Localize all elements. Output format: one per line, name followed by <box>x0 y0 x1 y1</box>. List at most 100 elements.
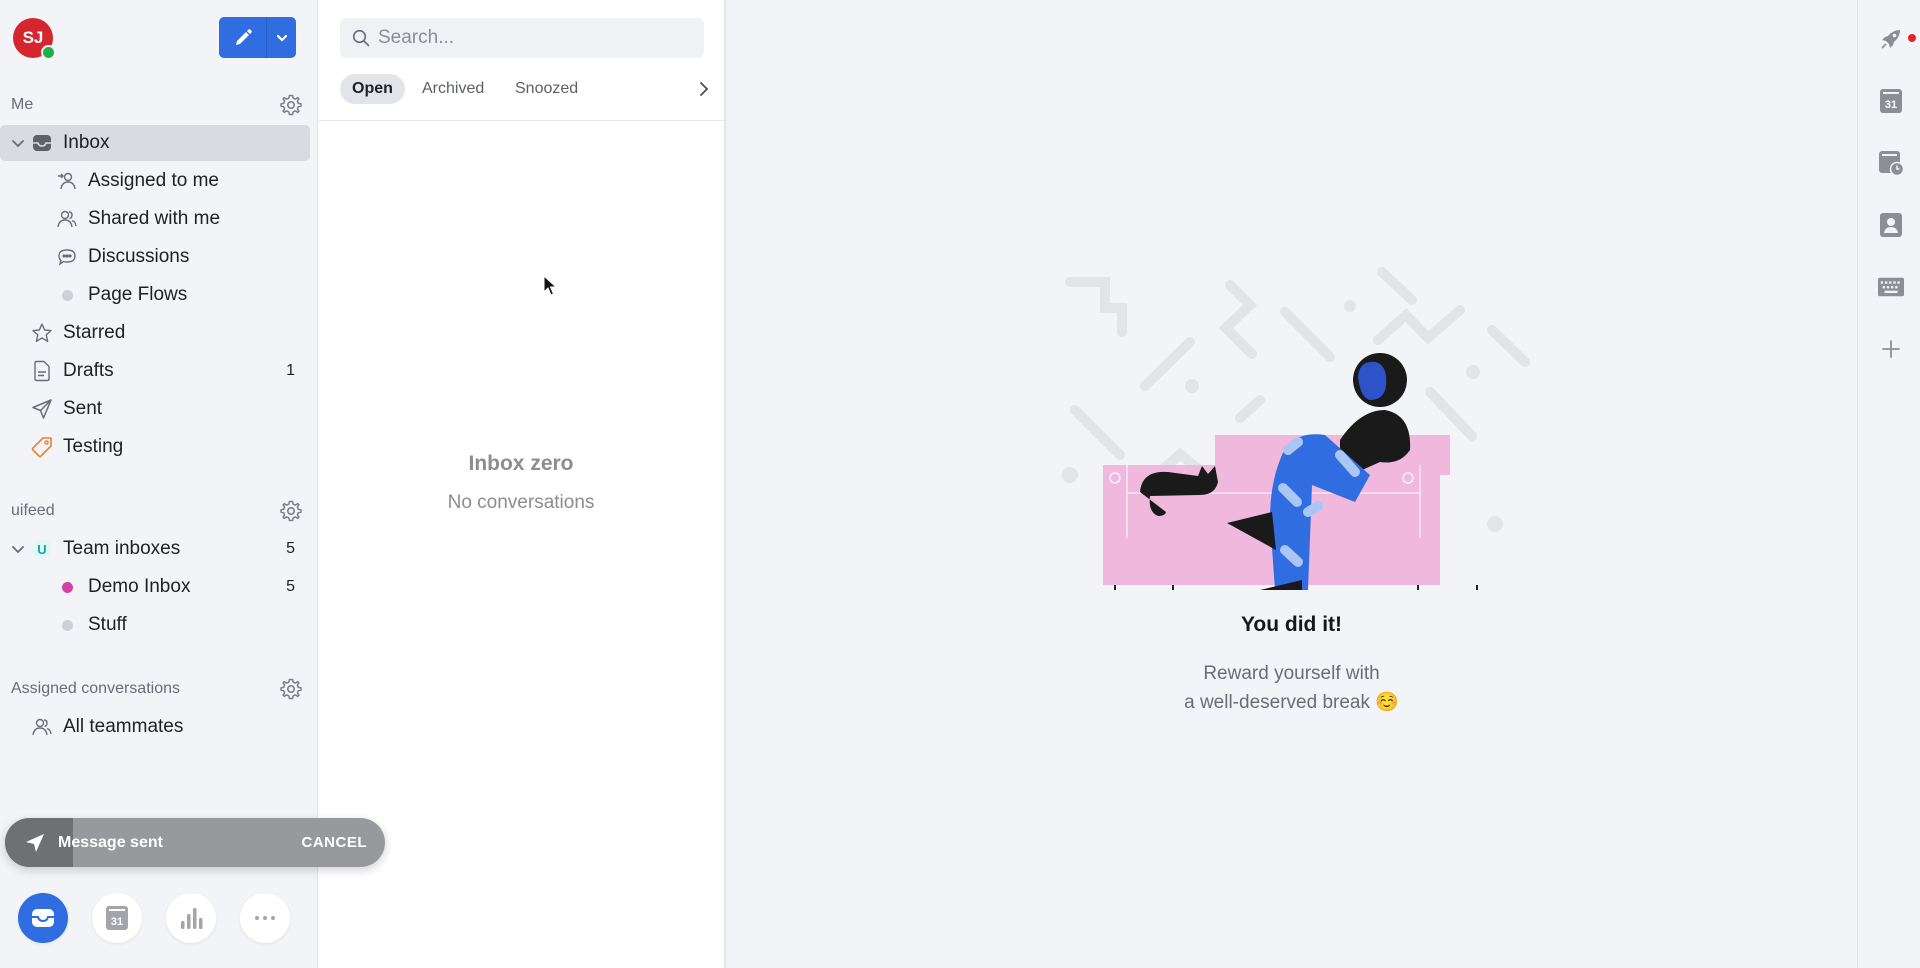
assign-user-icon <box>56 170 78 192</box>
sidebar-item-team-inboxes[interactable]: U Team inboxes 5 <box>0 531 310 567</box>
conversation-list: Open Archived Snoozed Inbox zero No conv… <box>318 0 726 968</box>
chevron-right-icon[interactable] <box>696 81 712 97</box>
tab-archived[interactable]: Archived <box>410 74 496 104</box>
sidebar-item-sent[interactable]: Sent <box>0 391 310 427</box>
users-icon <box>56 208 78 230</box>
notification-dot <box>1908 34 1916 42</box>
bar-chart-icon <box>181 908 203 929</box>
sidebar-item-stuff[interactable]: Stuff <box>0 607 310 643</box>
empty-state-title: Inbox zero <box>468 452 574 475</box>
toast-message: Message sent <box>58 833 163 851</box>
more-icon <box>255 916 275 920</box>
gear-icon[interactable] <box>279 499 303 523</box>
undo-send-toast: Message sent CANCEL <box>5 818 385 867</box>
sidebar-item-shared-with-me[interactable]: Shared with me <box>0 201 310 237</box>
dot-icon <box>56 614 78 636</box>
send-icon <box>31 398 53 420</box>
chat-bubble-icon <box>56 246 78 268</box>
calendar-clock-icon <box>1879 151 1904 176</box>
rail-rocket-button[interactable] <box>1878 26 1904 52</box>
calendar-day: 31 <box>1884 99 1898 111</box>
sidebar-item-drafts[interactable]: Drafts 1 <box>0 353 310 389</box>
sidebar-item-assigned-to-me[interactable]: Assigned to me <box>0 163 310 199</box>
calendar-day: 31 <box>110 916 124 928</box>
bottom-nav-calendar-button[interactable]: 31 <box>92 893 142 943</box>
rocket-icon <box>1881 30 1900 49</box>
chevron-down-icon <box>276 34 287 42</box>
sidebar-item-discussions[interactable]: Discussions <box>0 239 310 275</box>
team-badge-letter: U <box>37 541 47 557</box>
chevron-down-icon[interactable] <box>10 541 26 557</box>
inbox-icon <box>32 909 54 927</box>
rail-calendar-button[interactable]: 31 <box>1878 88 1904 114</box>
main-panel: You did it! Reward yourself with a well-… <box>726 0 1857 968</box>
chevron-down-icon[interactable] <box>10 135 26 151</box>
tab-open[interactable]: Open <box>340 74 405 104</box>
team-inboxes-count: 5 <box>286 540 295 557</box>
sidebar-item-label: Stuff <box>88 614 127 635</box>
gear-icon[interactable] <box>279 93 303 117</box>
rail-shortcuts-button[interactable] <box>1878 274 1904 300</box>
sidebar-item-label: Starred <box>63 322 126 343</box>
dot-icon <box>56 284 78 306</box>
tag-icon <box>31 436 53 458</box>
empty-main-title: You did it! <box>1240 613 1343 636</box>
sidebar-item-label: Demo Inbox <box>88 576 191 597</box>
pencil-icon <box>235 28 252 45</box>
compose-button[interactable] <box>219 17 267 58</box>
document-icon <box>31 360 53 382</box>
rail-scheduled-button[interactable] <box>1878 150 1904 176</box>
rail-add-button[interactable] <box>1878 336 1904 362</box>
sidebar-item-label: Assigned to me <box>88 170 219 191</box>
bottom-nav-inbox-button[interactable] <box>18 893 68 943</box>
status-tabs: Open Archived Snoozed <box>340 74 710 104</box>
sidebar-item-label: Shared with me <box>88 208 221 229</box>
search-box <box>340 18 704 58</box>
empty-main-line1: Reward yourself with <box>1203 663 1380 684</box>
empty-state-subtitle: No conversations <box>447 492 595 513</box>
keyboard-icon <box>1878 277 1904 297</box>
compose-button-group <box>219 17 296 58</box>
send-icon <box>26 834 44 852</box>
mouse-cursor-icon <box>543 275 557 296</box>
divider <box>318 120 724 121</box>
sidebar-item-demo-inbox[interactable]: Demo Inbox 5 <box>0 569 310 605</box>
compose-options-button[interactable] <box>267 17 296 58</box>
bottom-nav: 31 <box>0 893 318 945</box>
search-input[interactable] <box>378 18 688 58</box>
inbox-icon <box>31 132 53 154</box>
calendar-icon: 31 <box>106 906 128 930</box>
sidebar-item-page-flows[interactable]: Page Flows <box>0 277 310 313</box>
app-window: SJ Me Inbox Assigned to me Shared with m… <box>0 0 1920 968</box>
right-rail: 31 <box>1857 0 1920 968</box>
avatar[interactable]: SJ <box>13 18 56 60</box>
bottom-nav-analytics-button[interactable] <box>166 893 216 943</box>
sidebar-item-all-teammates[interactable]: All teammates <box>0 709 310 745</box>
plus-icon <box>1882 340 1900 358</box>
section-title-assigned: Assigned conversations <box>11 680 180 697</box>
gear-icon[interactable] <box>279 677 303 701</box>
sidebar-item-label: Drafts <box>63 360 114 381</box>
sidebar-item-label: Sent <box>63 398 103 419</box>
sidebar-item-label: All teammates <box>63 716 184 737</box>
contact-card-icon <box>1880 213 1902 237</box>
dot-icon <box>56 576 78 598</box>
tab-snoozed[interactable]: Snoozed <box>503 74 590 104</box>
empty-main-line2: a well-deserved break ☺️ <box>1184 692 1399 713</box>
section-title-team: uifeed <box>11 502 55 519</box>
presence-indicator <box>41 45 56 60</box>
toast-cancel-button[interactable]: CANCEL <box>302 834 368 851</box>
team-badge-icon: U <box>32 539 52 559</box>
sidebar-item-inbox[interactable]: Inbox <box>0 125 310 161</box>
star-icon <box>31 322 53 344</box>
empty-main-subtitle: Reward yourself with a well-deserved bre… <box>726 659 1857 717</box>
rail-contacts-button[interactable] <box>1878 212 1904 238</box>
sidebar-item-starred[interactable]: Starred <box>0 315 310 351</box>
sidebar-item-label: Testing <box>63 436 124 457</box>
sidebar-item-label: Page Flows <box>88 284 188 305</box>
users-icon <box>31 716 53 738</box>
sidebar-item-testing[interactable]: Testing <box>0 429 310 465</box>
relaxing-person-illustration <box>1062 267 1530 590</box>
bottom-nav-more-button[interactable] <box>240 893 290 943</box>
section-title-me: Me <box>11 96 34 113</box>
